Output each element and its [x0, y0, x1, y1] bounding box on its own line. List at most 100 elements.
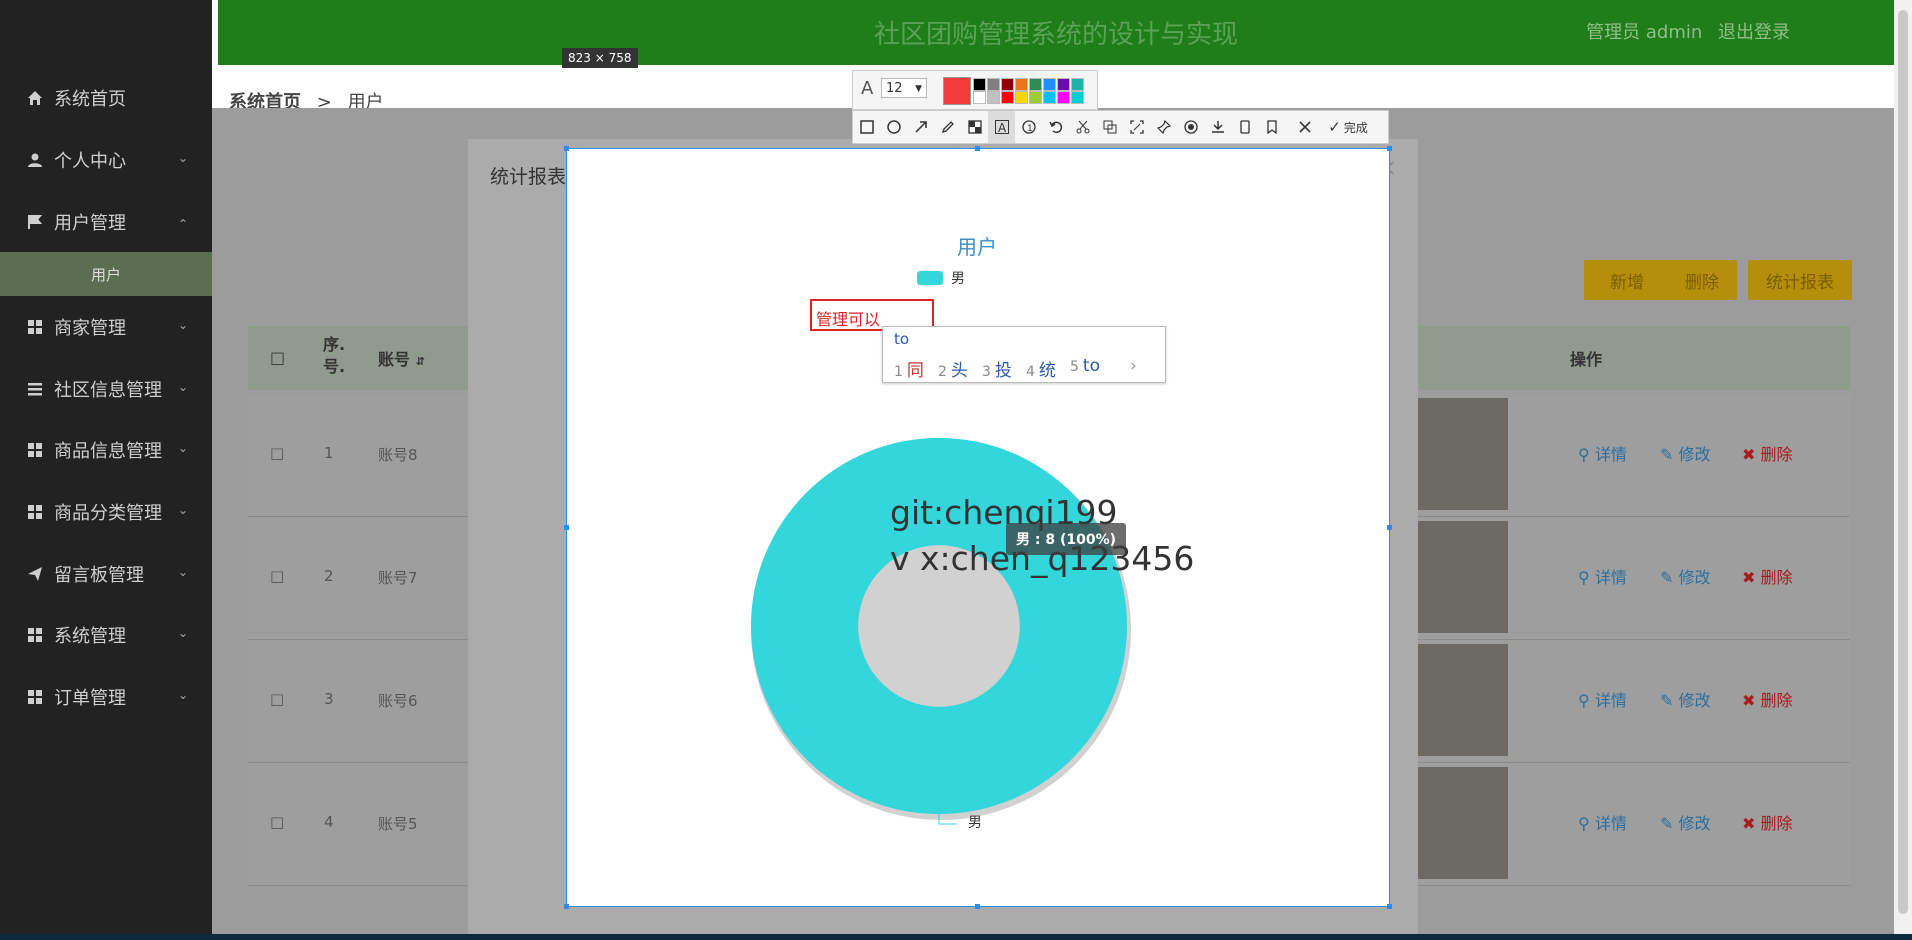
select-all-checkbox[interactable]: □: [270, 348, 285, 367]
sidebar-item-label: 留言板管理: [54, 565, 144, 586]
list-icon: [26, 380, 44, 398]
download-icon[interactable]: [1204, 111, 1231, 143]
ime-candidate[interactable]: 1同: [894, 356, 924, 381]
detail-link[interactable]: ⚲ 详情: [1578, 687, 1627, 711]
chevron-down-icon: ⌄: [177, 151, 188, 165]
row-checkbox[interactable]: □: [270, 690, 284, 708]
detail-link[interactable]: ⚲ 详情: [1578, 810, 1627, 834]
bookmark-icon[interactable]: [1258, 111, 1285, 143]
edit-link[interactable]: ✎ 修改: [1660, 564, 1711, 588]
grid-icon: [26, 688, 44, 706]
active-color-swatch[interactable]: [943, 77, 971, 105]
svg-text:1: 1: [1027, 124, 1033, 134]
sidebar-item-system[interactable]: 系统管理 ⌄: [0, 604, 212, 666]
palette-swatch[interactable]: [1015, 91, 1028, 104]
ime-candidate[interactable]: 2头: [938, 356, 968, 381]
record-icon[interactable]: [1177, 111, 1204, 143]
sidebar-item-home[interactable]: 系统首页: [0, 67, 212, 129]
cancel-icon[interactable]: [1291, 111, 1318, 143]
sidebar-item-products[interactable]: 商品信息管理 ⌄: [0, 419, 212, 481]
detail-link[interactable]: ⚲ 详情: [1578, 564, 1627, 588]
row-checkbox[interactable]: □: [270, 567, 284, 585]
palette-swatch[interactable]: [1015, 78, 1028, 91]
report-button[interactable]: 统计报表: [1748, 260, 1852, 300]
actions-header: 操作: [1570, 350, 1603, 369]
svg-text:A: A: [998, 121, 1007, 134]
check-icon: ✓: [1328, 118, 1341, 136]
font-size-select[interactable]: 12 ▼: [881, 78, 927, 98]
sidebar-item-messages[interactable]: 留言板管理 ⌄: [0, 543, 212, 605]
detail-link[interactable]: ⚲ 详情: [1578, 441, 1627, 465]
ime-next-page-icon[interactable]: ›: [1130, 356, 1137, 376]
delete-button[interactable]: 删除: [1667, 260, 1737, 300]
chevron-down-icon: ⌄: [177, 318, 188, 332]
palette-swatch[interactable]: [1043, 91, 1056, 104]
number-marker-tool-icon[interactable]: 1: [1015, 111, 1042, 143]
sidebar-item-label: 商品分类管理: [54, 503, 162, 524]
scrollbar-thumb[interactable]: [1898, 10, 1908, 914]
sidebar-item-label: 个人中心: [54, 151, 126, 172]
sidebar-item-profile[interactable]: 个人中心 ⌄: [0, 129, 212, 191]
palette-swatch[interactable]: [987, 91, 1000, 104]
remove-link[interactable]: ✖ 删除: [1742, 810, 1793, 834]
palette-swatch[interactable]: [1029, 78, 1042, 91]
ime-candidate[interactable]: 3投: [982, 356, 1012, 381]
ellipse-tool-icon[interactable]: [880, 111, 907, 143]
grid-icon: [26, 441, 44, 459]
palette-swatch[interactable]: [987, 78, 1000, 91]
pin-icon[interactable]: [1150, 111, 1177, 143]
palette-swatch[interactable]: [1029, 91, 1042, 104]
palette-swatch[interactable]: [973, 78, 986, 91]
row-checkbox[interactable]: □: [270, 444, 284, 462]
search-icon: ⚲: [1578, 814, 1590, 833]
ocr-icon[interactable]: [1096, 111, 1123, 143]
grid-icon: [26, 503, 44, 521]
sidebar-item-community[interactable]: 社区信息管理 ⌄: [0, 358, 212, 420]
sidebar-item-users[interactable]: 用户管理 ⌃: [0, 191, 212, 253]
text-annotation-value[interactable]: 管理可以: [816, 306, 880, 330]
palette-swatch[interactable]: [1001, 91, 1014, 104]
edit-link[interactable]: ✎ 修改: [1660, 687, 1711, 711]
mosaic-tool-icon[interactable]: [961, 111, 988, 143]
palette-swatch[interactable]: [1057, 91, 1070, 104]
sidebar-item-merchants[interactable]: 商家管理 ⌄: [0, 296, 212, 358]
palette-swatch[interactable]: [1071, 78, 1084, 91]
palette-swatch[interactable]: [1071, 91, 1084, 104]
edit-link[interactable]: ✎ 修改: [1660, 441, 1711, 465]
ime-candidate[interactable]: 4统: [1026, 356, 1056, 381]
sidebar-item-orders[interactable]: 订单管理 ⌄: [0, 666, 212, 728]
remove-link[interactable]: ✖ 删除: [1742, 687, 1793, 711]
row-checkbox[interactable]: □: [270, 813, 284, 831]
palette-swatch[interactable]: [1043, 78, 1056, 91]
close-icon: ✖: [1742, 814, 1756, 833]
text-tool-icon[interactable]: A: [988, 111, 1015, 143]
pencil-icon: ✎: [1660, 445, 1674, 464]
undo-icon[interactable]: [1042, 111, 1069, 143]
sidebar-item-label: 系统首页: [54, 89, 126, 110]
sidebar-item-label: 订单管理: [54, 688, 126, 709]
avatar: [1416, 398, 1508, 510]
remove-link[interactable]: ✖ 删除: [1742, 441, 1793, 465]
color-palette[interactable]: [973, 78, 1093, 104]
palette-swatch[interactable]: [1057, 78, 1070, 91]
rectangle-tool-icon[interactable]: [853, 111, 880, 143]
row-index: 4: [324, 813, 334, 831]
palette-swatch[interactable]: [973, 91, 986, 104]
arrow-tool-icon[interactable]: [907, 111, 934, 143]
scissors-icon[interactable]: [1069, 111, 1096, 143]
modal-title: 统计报表: [490, 166, 567, 188]
palette-swatch[interactable]: [1001, 78, 1014, 91]
add-button[interactable]: 新增: [1584, 260, 1670, 300]
ime-candidate[interactable]: 5 to: [1070, 356, 1100, 376]
phone-icon[interactable]: [1231, 111, 1258, 143]
capture-region-icon[interactable]: [1123, 111, 1150, 143]
edit-link[interactable]: ✎ 修改: [1660, 810, 1711, 834]
sidebar-item-categories[interactable]: 商品分类管理 ⌄: [0, 481, 212, 543]
account-header[interactable]: 账号 ⇵: [378, 346, 425, 370]
row-account: 账号5: [378, 815, 418, 833]
logout-link[interactable]: 退出登录: [1718, 22, 1790, 43]
remove-link[interactable]: ✖ 删除: [1742, 564, 1793, 588]
pencil-tool-icon[interactable]: [934, 111, 961, 143]
sidebar-subitem-user[interactable]: 用户: [0, 252, 212, 296]
done-button[interactable]: ✓ 完成: [1318, 111, 1378, 143]
